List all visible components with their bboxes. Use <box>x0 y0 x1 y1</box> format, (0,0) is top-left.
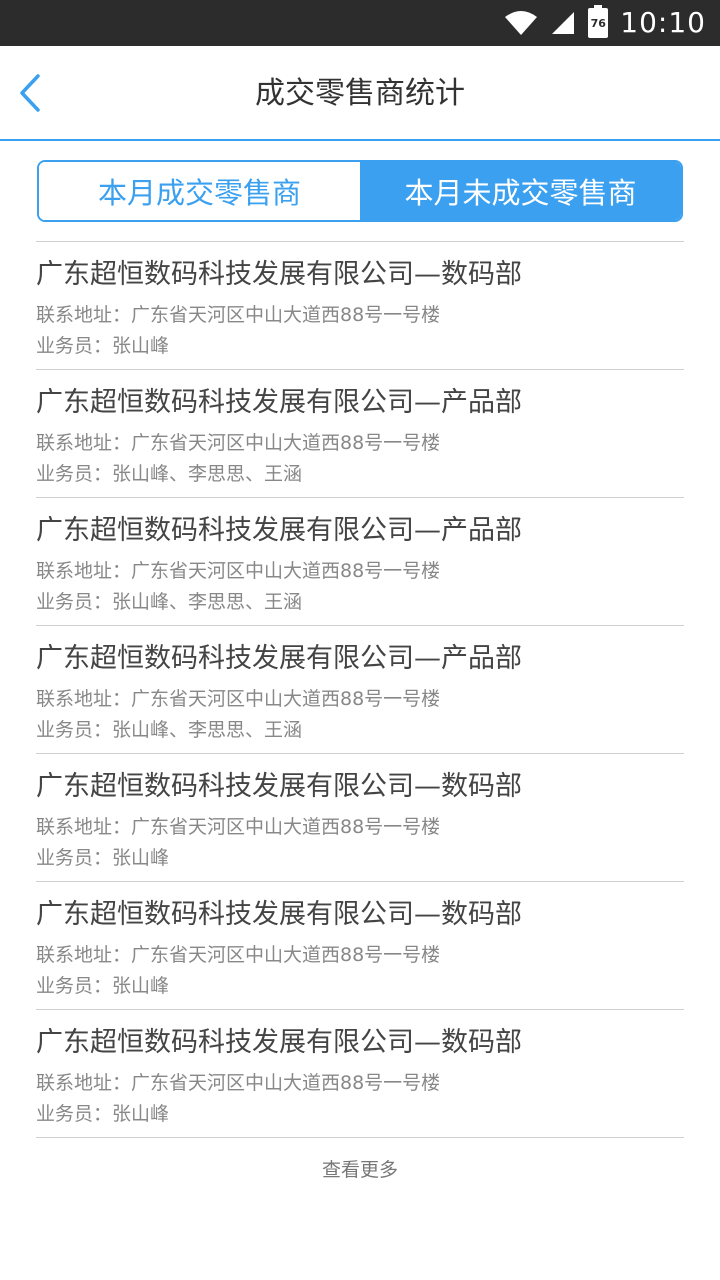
list-item[interactable]: 广东超恒数码科技发展有限公司—产品部 联系地址：广东省天河区中山大道西88号一号… <box>36 498 684 626</box>
list-item[interactable]: 广东超恒数码科技发展有限公司—数码部 联系地址：广东省天河区中山大道西88号一号… <box>36 242 684 370</box>
retailer-name: 广东超恒数码科技发展有限公司—产品部 <box>36 643 522 674</box>
retailer-list: 广东超恒数码科技发展有限公司—数码部 联系地址：广东省天河区中山大道西88号一号… <box>36 241 684 1138</box>
status-time: 10:10 <box>620 6 706 39</box>
retailer-address: 联系地址：广东省天河区中山大道西88号一号楼 <box>36 944 441 966</box>
list-item[interactable]: 广东超恒数码科技发展有限公司—产品部 联系地址：广东省天河区中山大道西88号一号… <box>36 370 684 498</box>
retailer-salesperson: 业务员：张山峰 <box>36 335 170 357</box>
retailer-name: 广东超恒数码科技发展有限公司—数码部 <box>36 1027 522 1058</box>
retailer-address: 联系地址：广东省天河区中山大道西88号一号楼 <box>36 1072 441 1094</box>
retailer-salesperson: 业务员：张山峰 <box>36 1103 170 1125</box>
tab-completed-retailers[interactable]: 本月成交零售商 <box>39 162 360 220</box>
retailer-name: 广东超恒数码科技发展有限公司—产品部 <box>36 515 522 546</box>
list-item[interactable]: 广东超恒数码科技发展有限公司—数码部 联系地址：广东省天河区中山大道西88号一号… <box>36 754 684 882</box>
list-item[interactable]: 广东超恒数码科技发展有限公司—数码部 联系地址：广东省天河区中山大道西88号一号… <box>36 882 684 1010</box>
retailer-name: 广东超恒数码科技发展有限公司—数码部 <box>36 259 522 290</box>
status-icons: 76 10:10 <box>504 0 706 46</box>
load-more-link[interactable]: 查看更多 <box>0 1155 720 1182</box>
retailer-address: 联系地址：广东省天河区中山大道西88号一号楼 <box>36 816 441 838</box>
retailer-address: 联系地址：广东省天河区中山大道西88号一号楼 <box>36 432 441 454</box>
page-title: 成交零售商统计 <box>255 76 465 111</box>
retailer-salesperson: 业务员：张山峰、李思思、王涵 <box>36 719 303 741</box>
battery-level: 76 <box>590 16 606 30</box>
retailer-name: 广东超恒数码科技发展有限公司—产品部 <box>36 387 522 418</box>
battery-icon: 76 <box>588 5 609 38</box>
wifi-icon <box>505 11 538 35</box>
retailer-salesperson: 业务员：张山峰 <box>36 975 170 997</box>
signal-icon <box>552 12 575 34</box>
list-item[interactable]: 广东超恒数码科技发展有限公司—产品部 联系地址：广东省天河区中山大道西88号一号… <box>36 626 684 754</box>
retailer-salesperson: 业务员：张山峰、李思思、王涵 <box>36 463 303 485</box>
retailer-salesperson: 业务员：张山峰、李思思、王涵 <box>36 591 303 613</box>
tab-switcher: 本月成交零售商 本月未成交零售商 <box>37 160 683 222</box>
retailer-address: 联系地址：广东省天河区中山大道西88号一号楼 <box>36 304 441 326</box>
status-bar: 76 10:10 <box>0 0 720 46</box>
list-item[interactable]: 广东超恒数码科技发展有限公司—数码部 联系地址：广东省天河区中山大道西88号一号… <box>36 1010 684 1138</box>
app-header: 成交零售商统计 <box>0 46 720 141</box>
retailer-address: 联系地址：广东省天河区中山大道西88号一号楼 <box>36 688 441 710</box>
retailer-address: 联系地址：广东省天河区中山大道西88号一号楼 <box>36 560 441 582</box>
retailer-name: 广东超恒数码科技发展有限公司—数码部 <box>36 899 522 930</box>
tab-uncompleted-retailers[interactable]: 本月未成交零售商 <box>360 162 681 220</box>
retailer-salesperson: 业务员：张山峰 <box>36 847 170 869</box>
retailer-name: 广东超恒数码科技发展有限公司—数码部 <box>36 771 522 802</box>
